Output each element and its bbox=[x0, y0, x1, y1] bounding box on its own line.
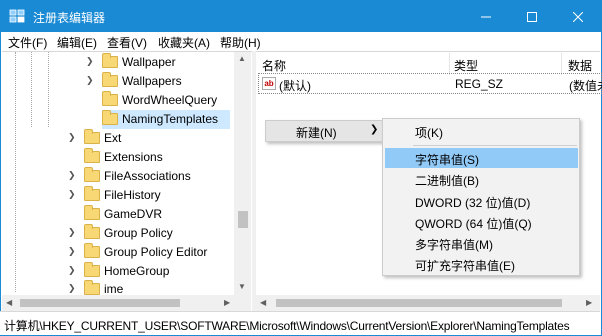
tree-item-wallpaper[interactable]: ❯ Wallpaper bbox=[82, 53, 232, 72]
menu-item-key[interactable]: 项(K) bbox=[415, 124, 443, 141]
menu-item-qword-value[interactable]: QWORD (64 位)值(Q) bbox=[415, 215, 532, 232]
column-header-type[interactable]: 类型 bbox=[454, 53, 562, 75]
tree-vertical-scroll-thumb[interactable] bbox=[238, 211, 248, 228]
expand-arrow-icon[interactable]: ❯ bbox=[68, 265, 76, 276]
menu-item-new[interactable]: 新建(N) bbox=[296, 124, 337, 141]
expand-arrow-icon[interactable]: ❯ bbox=[86, 56, 94, 67]
menu-favorites[interactable]: 收藏夹(A) bbox=[158, 34, 210, 51]
menu-bar: 文件(F) 编辑(E) 查看(V) 收藏夹(A) 帮助(H) bbox=[1, 32, 601, 51]
tree-item-label: Group Policy Editor bbox=[104, 245, 208, 259]
menu-item-binary-value[interactable]: 二进制值(B) bbox=[415, 172, 479, 189]
tree-item-label: Ext bbox=[104, 131, 122, 145]
expand-arrow-icon[interactable]: ❯ bbox=[68, 246, 76, 257]
scroll-up-arrow-icon[interactable]: ▲ bbox=[238, 54, 246, 63]
scroll-down-arrow-icon[interactable]: ▼ bbox=[238, 282, 246, 291]
list-horizontal-scroll-thumb[interactable] bbox=[276, 299, 562, 307]
window-title: 注册表编辑器 bbox=[33, 11, 106, 25]
minimize-button[interactable] bbox=[463, 1, 509, 32]
scroll-right-arrow-icon[interactable]: ▶ bbox=[586, 298, 592, 307]
title-bar[interactable]: 注册表编辑器 bbox=[1, 1, 601, 32]
tree-item-label: Wallpapers bbox=[122, 74, 182, 88]
menu-item-multi-string-value[interactable]: 多字符串值(M) bbox=[415, 236, 493, 253]
menu-edit[interactable]: 编辑(E) bbox=[57, 34, 97, 51]
tree-item-label: HomeGroup bbox=[104, 264, 170, 278]
menu-item-string-value[interactable]: 字符串值(S) bbox=[415, 151, 479, 168]
expand-arrow-icon[interactable]: ❯ bbox=[68, 227, 76, 238]
expand-arrow-icon[interactable]: ❯ bbox=[68, 189, 76, 200]
folder-icon bbox=[102, 72, 118, 87]
tree-item-label: GameDVR bbox=[104, 207, 163, 221]
tree-item-namingtemplates[interactable]: NamingTemplates bbox=[82, 110, 232, 129]
menu-item-dword-value[interactable]: DWORD (32 位)值(D) bbox=[415, 194, 530, 211]
folder-icon bbox=[84, 262, 100, 277]
scroll-left-arrow-icon[interactable]: ◀ bbox=[260, 298, 266, 307]
tree-item-filehistory[interactable]: ❯ FileHistory bbox=[64, 186, 234, 205]
close-button[interactable] bbox=[555, 1, 601, 32]
folder-icon bbox=[84, 224, 100, 239]
folder-icon bbox=[84, 186, 100, 201]
folder-icon bbox=[84, 148, 100, 163]
tree-item-label: Extensions bbox=[104, 150, 163, 164]
maximize-icon bbox=[527, 11, 537, 22]
value-type-cell: REG_SZ bbox=[455, 77, 504, 91]
scroll-right-arrow-icon[interactable]: ▶ bbox=[224, 298, 230, 307]
tree-item-gamedvr[interactable]: GameDVR bbox=[64, 205, 234, 224]
tree-horizontal-scroll-thumb[interactable] bbox=[20, 299, 180, 307]
menu-item-expandable-string-value[interactable]: 可扩充字符串值(E) bbox=[415, 257, 515, 274]
folder-icon bbox=[102, 110, 118, 125]
tree-item-group-policy[interactable]: ❯ Group Policy bbox=[64, 224, 234, 243]
new-submenu: 项(K) 字符串值(S) 二进制值(B) DWORD (32 位)值(D) QW… bbox=[382, 118, 580, 276]
tree-guide-line bbox=[15, 52, 16, 292]
tree-item-wallpapers[interactable]: ❯ Wallpapers bbox=[82, 72, 232, 91]
submenu-arrow-icon: ❯ bbox=[370, 124, 379, 135]
tree-item-extensions[interactable]: Extensions bbox=[64, 148, 234, 167]
string-value-icon: ab bbox=[262, 77, 276, 90]
tree-item-wordwheelquery[interactable]: WordWheelQuery bbox=[82, 91, 232, 110]
scroll-left-arrow-icon[interactable]: ◀ bbox=[6, 298, 12, 307]
tree-item-fileassociations[interactable]: ❯ FileAssociations bbox=[64, 167, 234, 186]
column-header-name[interactable]: 名称 bbox=[262, 53, 450, 75]
tree-item-homegroup[interactable]: ❯ HomeGroup bbox=[64, 262, 234, 281]
tree-guide-line bbox=[48, 52, 49, 127]
expand-arrow-icon[interactable]: ❯ bbox=[68, 132, 76, 143]
folder-icon bbox=[102, 53, 118, 68]
folder-icon bbox=[84, 243, 100, 258]
tree-item-label: FileAssociations bbox=[104, 169, 191, 183]
tree-item-label: ime bbox=[104, 282, 124, 296]
menu-help[interactable]: 帮助(H) bbox=[220, 34, 261, 51]
tree-item-group-policy-editor[interactable]: ❯ Group Policy Editor bbox=[64, 243, 234, 262]
expand-arrow-icon[interactable]: ❯ bbox=[86, 75, 94, 86]
expand-arrow-icon[interactable]: ❯ bbox=[68, 283, 76, 294]
tree-guide-line bbox=[31, 52, 32, 127]
minimize-icon bbox=[481, 16, 491, 17]
value-name-cell[interactable]: (默认) bbox=[279, 77, 311, 94]
folder-icon bbox=[84, 167, 100, 182]
tree-item-label: FileHistory bbox=[104, 188, 161, 202]
folder-icon bbox=[84, 129, 100, 144]
expand-arrow-icon[interactable]: ❯ bbox=[68, 170, 76, 181]
status-bar: 计算机\HKEY_CURRENT_USER\SOFTWARE\Microsoft… bbox=[0, 311, 600, 335]
regedit-app-icon bbox=[9, 9, 25, 23]
menu-separator bbox=[413, 145, 577, 146]
column-header-data[interactable]: 数据 bbox=[568, 53, 600, 75]
tree-item-label: Wallpaper bbox=[122, 55, 176, 69]
close-icon bbox=[573, 11, 583, 22]
tree-item-label: NamingTemplates bbox=[122, 112, 219, 126]
registry-tree[interactable]: ❯ Wallpaper ❯ Wallpapers WordWheelQuery … bbox=[2, 51, 252, 311]
maximize-button[interactable] bbox=[509, 1, 555, 32]
status-path: 计算机\HKEY_CURRENT_USER\SOFTWARE\Microsoft… bbox=[4, 319, 570, 333]
menu-hover-highlight bbox=[385, 148, 578, 168]
tree-item-label: Group Policy bbox=[104, 226, 173, 240]
folder-icon bbox=[84, 280, 100, 295]
menu-file[interactable]: 文件(F) bbox=[8, 34, 47, 51]
context-menu: 新建(N) ❯ bbox=[265, 120, 386, 142]
value-data-cell: (数值未 bbox=[569, 79, 602, 93]
tree-vertical-scrollbar[interactable]: ▲ ▼ bbox=[234, 52, 251, 295]
menu-view[interactable]: 查看(V) bbox=[107, 34, 147, 51]
tree-item-ext[interactable]: ❯ Ext bbox=[64, 129, 234, 148]
tree-item-label: WordWheelQuery bbox=[122, 93, 218, 107]
folder-icon bbox=[84, 205, 100, 220]
folder-icon bbox=[102, 91, 118, 106]
